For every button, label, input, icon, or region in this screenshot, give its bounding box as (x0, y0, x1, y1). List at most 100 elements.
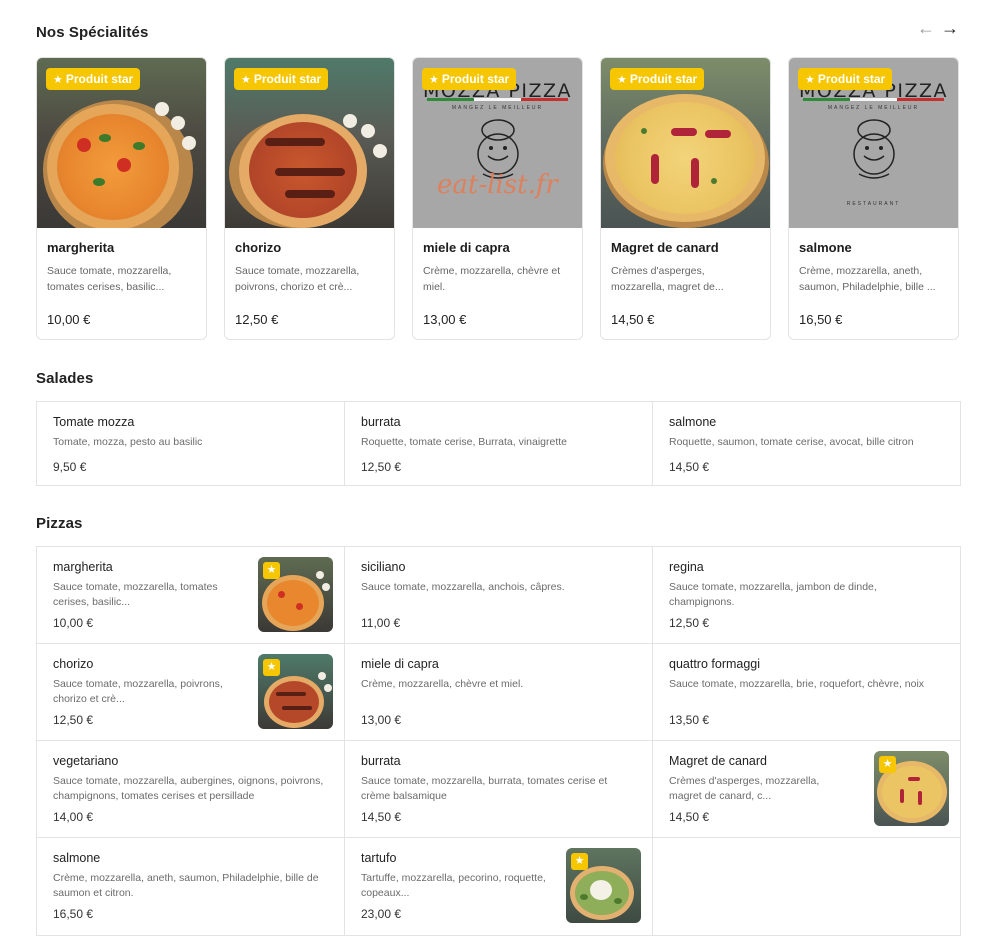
menu-item[interactable]: burrata Roquette, tomate cerise, Burrata… (345, 402, 653, 485)
item-price: 14,50 € (361, 810, 402, 824)
restaurant-logo-image: MOZZA PIZZA MANGEZ LE MEILLEUR eat-list.… (413, 58, 582, 228)
produit-star-badge: ★ Produit star (798, 68, 893, 90)
specialty-name: margherita (47, 240, 115, 255)
menu-item[interactable]: Tomate mozza Tomate, mozza, pesto au bas… (37, 402, 345, 485)
item-description: Roquette, tomate cerise, Burrata, vinaig… (361, 436, 568, 448)
star-icon: ★ (805, 73, 815, 86)
item-description: Sauce tomate, mozzarella, jambon de dind… (669, 581, 877, 608)
menu-item[interactable]: vegetariano Sauce tomate, mozzarella, au… (37, 741, 345, 838)
specialty-price: 13,00 € (423, 312, 467, 327)
item-description: Crèmes d'asperges, mozzarella, magret de… (669, 775, 820, 802)
specialty-description: Crème, mozzarella, aneth, saumon, Philad… (799, 265, 936, 293)
logo-footer: RESTAURANT (846, 201, 901, 207)
specialty-card[interactable]: ★ Produit star margherita Sauce tomate, m… (36, 57, 207, 340)
salades-grid: Tomate mozza Tomate, mozza, pesto au bas… (36, 401, 961, 486)
specialty-price: 12,50 € (235, 312, 279, 327)
item-price: 9,50 € (53, 460, 87, 474)
item-price: 14,50 € (669, 810, 710, 824)
item-price: 23,00 € (361, 907, 402, 921)
specialty-name: miele di capra (423, 240, 510, 255)
item-price: 13,00 € (361, 713, 402, 727)
menu-item[interactable]: quattro formaggi Sauce tomate, mozzarell… (653, 644, 960, 741)
menu-item[interactable]: salmone Crème, mozzarella, aneth, saumon… (37, 838, 345, 935)
pizzas-grid: margherita Sauce tomate, mozzarella, tom… (36, 546, 961, 936)
menu-item[interactable]: regina Sauce tomate, mozzarella, jambon … (653, 547, 960, 644)
star-icon: ★ (263, 659, 280, 676)
specialty-card[interactable]: ★ Produit star chorizo Sauce tomate, mozz… (224, 57, 395, 340)
logo-subtitle: MANGEZ LE MEILLEUR (827, 105, 920, 111)
pizza-magret-thumbnail: ★ (874, 751, 949, 826)
item-description: Sauce tomate, mozzarella, brie, roquefor… (669, 678, 925, 690)
specialty-price: 10,00 € (47, 312, 91, 327)
pizza-tartufo-thumbnail: ★ (566, 848, 641, 923)
specialties-title: Nos Spécialités (36, 24, 149, 41)
watermark: eat-list.fr (437, 170, 558, 200)
star-icon: ★ (617, 73, 627, 86)
italian-flag-stripe (427, 98, 568, 101)
item-description: Sauce tomate, mozzarella, poivrons, chor… (53, 678, 223, 705)
specialties-carousel: ★ Produit star margherita Sauce tomate, m… (36, 57, 960, 340)
specialty-description: Crèmes d'asperges, mozzarella, magret de… (611, 265, 724, 293)
menu-item[interactable]: miele di capra Crème, mozzarella, chèvre… (345, 644, 653, 741)
item-name: Tomate mozza (53, 415, 135, 429)
item-price: 12,50 € (53, 713, 94, 727)
specialty-description: Sauce tomate, mozzarella, tomates cerise… (47, 265, 172, 293)
star-icon: ★ (571, 853, 588, 870)
specialty-name: Magret de canard (611, 240, 719, 255)
produit-star-badge: ★ Produit star (234, 68, 329, 90)
pizzas-title: Pizzas (36, 515, 83, 532)
empty-cell (653, 838, 960, 935)
star-icon: ★ (263, 562, 280, 579)
pizza-chorizo-thumbnail: ★ (258, 654, 333, 729)
menu-item[interactable]: margherita Sauce tomate, mozzarella, tom… (37, 547, 345, 644)
item-name: siciliano (361, 560, 406, 574)
specialty-name: chorizo (235, 240, 282, 255)
pizza-chorizo-image: ★ Produit star (225, 58, 394, 228)
arrow-right-icon[interactable]: → (941, 18, 959, 38)
item-name: regina (669, 560, 704, 574)
pizza-magret-image: ★ Produit star (601, 58, 770, 228)
item-description: Sauce tomate, mozzarella, aubergines, oi… (53, 775, 324, 802)
item-name: burrata (361, 754, 401, 768)
item-description: Sauce tomate, mozzarella, burrata, tomat… (361, 775, 608, 802)
specialty-name: salmone (799, 240, 852, 255)
item-name: burrata (361, 415, 401, 429)
specialty-price: 14,50 € (611, 312, 655, 327)
item-description: Tomate, mozza, pesto au basilic (53, 436, 203, 448)
arrow-left-icon[interactable]: ← (917, 18, 935, 38)
specialty-card[interactable]: MOZZA PIZZA MANGEZ LE MEILLEUR RESTAURAN… (788, 57, 959, 340)
menu-item[interactable]: burrata Sauce tomate, mozzarella, burrat… (345, 741, 653, 838)
restaurant-logo-image: MOZZA PIZZA MANGEZ LE MEILLEUR RESTAURAN… (789, 58, 958, 228)
item-name: salmone (53, 851, 101, 865)
pizza-margherita-thumbnail: ★ (258, 557, 333, 632)
item-description: Roquette, saumon, tomate cerise, avocat,… (669, 436, 914, 448)
produit-star-badge: ★ Produit star (46, 68, 141, 90)
item-name: miele di capra (361, 657, 439, 671)
item-price: 16,50 € (53, 907, 94, 921)
specialty-card[interactable]: MOZZA PIZZA MANGEZ LE MEILLEUR eat-list.… (412, 57, 583, 340)
specialty-description: Sauce tomate, mozzarella, poivrons, chor… (235, 265, 360, 293)
star-icon: ★ (429, 73, 439, 86)
item-price: 12,50 € (361, 460, 402, 474)
item-price: 14,00 € (53, 810, 94, 824)
star-icon: ★ (879, 756, 896, 773)
item-price: 14,50 € (669, 460, 710, 474)
menu-item[interactable]: siciliano Sauce tomate, mozzarella, anch… (345, 547, 653, 644)
item-name: salmone (669, 415, 717, 429)
menu-item[interactable]: Magret de canard Crèmes d'asperges, mozz… (653, 741, 960, 838)
item-description: Crème, mozzarella, chèvre et miel. (361, 678, 524, 690)
item-price: 12,50 € (669, 616, 710, 630)
item-description: Tartuffe, mozzarella, pecorino, roquette… (361, 872, 546, 899)
italian-flag-stripe (803, 98, 944, 101)
logo-subtitle: MANGEZ LE MEILLEUR (451, 105, 544, 111)
chef-icon (852, 119, 895, 179)
item-name: vegetariano (53, 754, 119, 768)
menu-item[interactable]: chorizo Sauce tomate, mozzarella, poivro… (37, 644, 345, 741)
menu-item[interactable]: salmone Roquette, saumon, tomate cerise,… (653, 402, 960, 485)
item-description: Crème, mozzarella, aneth, saumon, Philad… (53, 872, 319, 899)
menu-item[interactable]: tartufo Tartuffe, mozzarella, pecorino, … (345, 838, 653, 935)
item-price: 10,00 € (53, 616, 94, 630)
specialty-price: 16,50 € (799, 312, 843, 327)
specialty-card[interactable]: ★ Produit star Magret de canard Crèmes d'… (600, 57, 771, 340)
item-description: Sauce tomate, mozzarella, anchois, câpre… (361, 581, 565, 593)
